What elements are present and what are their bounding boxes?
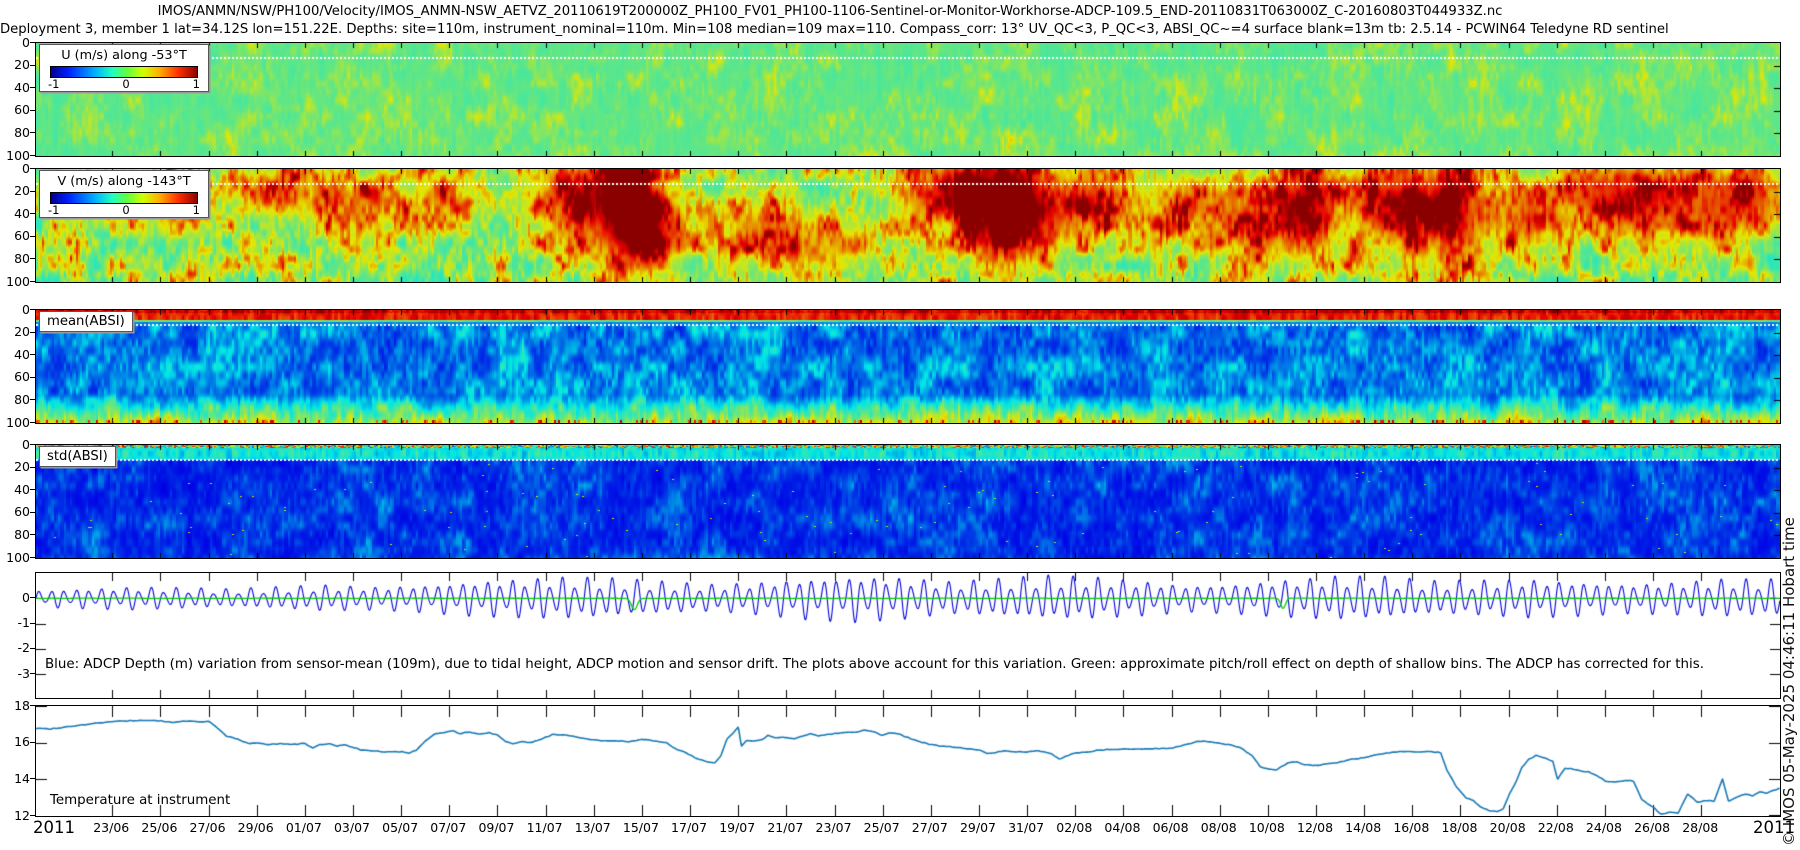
panel-std-absi: [35, 444, 1781, 559]
y-tick-label: 12: [2, 808, 30, 823]
y-tick-mark: [30, 742, 35, 743]
y-tick-label: 100: [2, 550, 30, 565]
y-tick-mark: [30, 673, 35, 674]
y-tick-label: 40: [2, 80, 30, 95]
y-tick-label: 18: [2, 698, 30, 713]
y-tick-label: 40: [2, 347, 30, 362]
colorbar-tick: 1: [193, 78, 200, 91]
y-tick-label: 40: [2, 482, 30, 497]
y-tick-mark: [30, 422, 35, 423]
y-tick-mark: [30, 354, 35, 355]
y-tick-mark: [30, 309, 35, 310]
imos-watermark: © IMOS 05-May-2025 04:46:11 Hobart time: [1781, 404, 1797, 846]
std-absi-label: std(ABSI): [39, 446, 116, 467]
y-tick-label: 100: [2, 274, 30, 289]
panel-v-velocity: [35, 168, 1781, 283]
y-tick-mark: [30, 623, 35, 624]
colorbar-tick: 1: [193, 204, 200, 217]
y-tick-label: -3: [2, 666, 30, 681]
y-tick-mark: [30, 236, 35, 237]
y-tick-label: 80: [2, 392, 30, 407]
y-tick-mark: [30, 815, 35, 816]
panel-temperature: [35, 705, 1781, 817]
legend-v-title: V (m/s) along -143°T: [40, 174, 208, 189]
y-tick-mark: [30, 399, 35, 400]
title-line-2: Deployment 3, member 1 lat=34.12S lon=15…: [0, 21, 1660, 39]
legend-u-velocity: U (m/s) along -53°T -1 0 1: [39, 44, 209, 92]
y-tick-label: 20: [2, 324, 30, 339]
legend-u-title: U (m/s) along -53°T: [40, 48, 208, 63]
y-tick-mark: [30, 512, 35, 513]
y-tick-mark: [30, 281, 35, 282]
x-tick-label: 28/08: [1672, 820, 1728, 835]
temperature-plot: [36, 706, 1780, 816]
temperature-label: Temperature at instrument: [50, 793, 230, 808]
depth-variation-plot: [36, 573, 1780, 698]
colorbar-tick: 0: [122, 78, 129, 91]
colorbar-tick: -1: [48, 78, 59, 91]
y-tick-label: 14: [2, 771, 30, 786]
u-velocity-heatmap: [36, 43, 1780, 156]
y-tick-mark: [30, 168, 35, 169]
figure-root: IMOS/ANMN/NSW/PH100/Velocity/IMOS_ANMN-N…: [0, 0, 1800, 850]
y-tick-label: 80: [2, 527, 30, 542]
y-tick-mark: [30, 42, 35, 43]
y-tick-mark: [30, 65, 35, 66]
y-tick-label: 80: [2, 125, 30, 140]
y-tick-label: 20: [2, 57, 30, 72]
y-tick-mark: [30, 213, 35, 214]
v-velocity-heatmap: [36, 169, 1780, 282]
depth-variation-note: Blue: ADCP Depth (m) variation from sens…: [45, 657, 1704, 672]
y-tick-mark: [30, 648, 35, 649]
panel-u-velocity: [35, 42, 1781, 157]
y-tick-mark: [30, 489, 35, 490]
y-tick-label: 16: [2, 734, 30, 749]
y-tick-mark: [30, 87, 35, 88]
colorbar-v-ticks: -1 0 1: [40, 204, 208, 217]
figure-titles: IMOS/ANMN/NSW/PH100/Velocity/IMOS_ANMN-N…: [0, 3, 1660, 38]
y-tick-mark: [30, 778, 35, 779]
y-tick-mark: [30, 258, 35, 259]
panel-depth-variation: [35, 572, 1781, 699]
y-tick-label: 80: [2, 251, 30, 266]
y-tick-label: -2: [2, 640, 30, 655]
y-tick-label: 0: [2, 35, 30, 50]
year-label-left: 2011: [33, 818, 75, 837]
y-tick-label: 0: [2, 590, 30, 605]
y-tick-mark: [30, 110, 35, 111]
y-tick-label: 40: [2, 206, 30, 221]
y-tick-mark: [30, 705, 35, 706]
colorbar-u-ticks: -1 0 1: [40, 78, 208, 91]
mean-absi-label: mean(ABSI): [39, 311, 133, 332]
y-tick-mark: [30, 534, 35, 535]
title-line-1: IMOS/ANMN/NSW/PH100/Velocity/IMOS_ANMN-N…: [0, 3, 1660, 21]
y-tick-mark: [30, 444, 35, 445]
y-tick-mark: [30, 467, 35, 468]
y-tick-label: 60: [2, 504, 30, 519]
y-tick-label: 60: [2, 369, 30, 384]
y-tick-mark: [30, 377, 35, 378]
y-tick-mark: [30, 155, 35, 156]
panel-mean-absi: [35, 309, 1781, 424]
colorbar-tick: -1: [48, 204, 59, 217]
legend-v-velocity: V (m/s) along -143°T -1 0 1: [39, 170, 209, 218]
y-tick-label: 0: [2, 437, 30, 452]
y-tick-label: 60: [2, 102, 30, 117]
std-absi-heatmap: [36, 445, 1780, 558]
y-tick-label: 20: [2, 459, 30, 474]
y-tick-mark: [30, 557, 35, 558]
y-tick-label: -1: [2, 615, 30, 630]
y-tick-label: 0: [2, 161, 30, 176]
y-tick-mark: [30, 332, 35, 333]
y-tick-label: 100: [2, 415, 30, 430]
y-tick-label: 0: [2, 302, 30, 317]
y-tick-label: 60: [2, 228, 30, 243]
y-tick-mark: [30, 597, 35, 598]
y-tick-mark: [30, 132, 35, 133]
y-tick-label: 20: [2, 183, 30, 198]
colorbar-tick: 0: [122, 204, 129, 217]
y-tick-mark: [30, 191, 35, 192]
mean-absi-heatmap: [36, 310, 1780, 423]
